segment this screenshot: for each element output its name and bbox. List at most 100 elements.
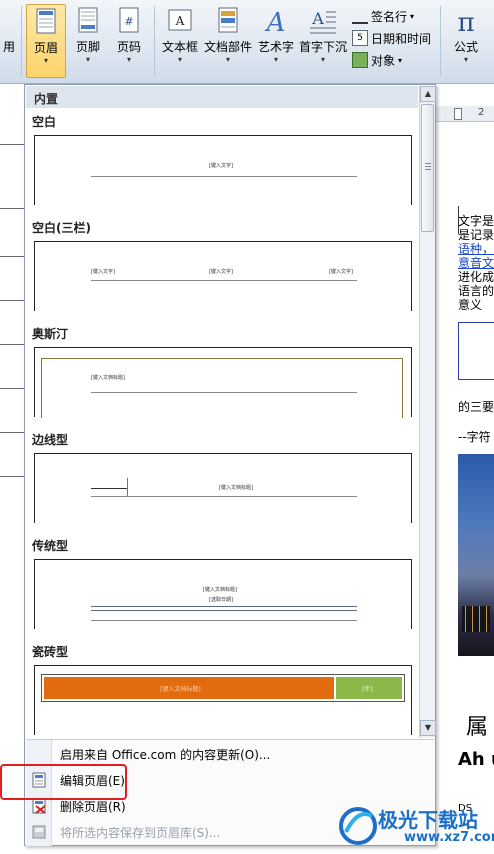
- watermark: 极光下载站 www.xz7.com: [334, 800, 494, 854]
- doc-link[interactable]: 语种，: [458, 242, 494, 256]
- gallery-category-header: 内置: [26, 86, 418, 108]
- section-title: 空白(三栏): [32, 221, 91, 235]
- header-rule: [91, 610, 357, 611]
- section-title: 边线型: [32, 433, 69, 447]
- tile-year-bar: [年]: [336, 677, 402, 699]
- svg-text:π: π: [457, 8, 474, 36]
- doc-link[interactable]: 意音文: [458, 256, 494, 270]
- date-time-button[interactable]: 5 日期和时间: [352, 28, 431, 48]
- doc-subheading: Ah u: [458, 749, 494, 770]
- watermark-url: www.xz7.com: [404, 830, 494, 845]
- object-icon: [352, 52, 368, 68]
- textbox-icon: A: [168, 9, 192, 31]
- footer-button[interactable]: 页脚 ▾: [70, 4, 106, 78]
- header-option-austin[interactable]: [键入文档标题]: [34, 347, 412, 418]
- section-title: 空白: [32, 115, 57, 129]
- quick-parts-icon: [218, 7, 238, 33]
- doc-line: --字符: [458, 430, 491, 444]
- placeholder-text: [选取日期]: [209, 597, 233, 603]
- doc-heading: 属: [466, 715, 489, 740]
- header-rule: [91, 176, 357, 177]
- footer-icon: [78, 7, 98, 33]
- svg-text:A: A: [311, 9, 324, 28]
- chevron-down-icon: ▾: [43, 56, 48, 65]
- doc-line: 进化成: [458, 270, 494, 284]
- header-option-traditional[interactable]: [键入文档标题] [选取日期]: [34, 559, 412, 629]
- menu-item-office-update[interactable]: 启用来自 Office.com 的内容更新(O)...: [26, 742, 434, 766]
- divider-bar: [127, 478, 128, 496]
- svg-text:#: #: [124, 15, 133, 28]
- chevron-down-icon: ▾: [410, 11, 415, 21]
- scroll-thumb[interactable]: [421, 104, 434, 232]
- placeholder-text: [键入文字]: [91, 269, 115, 275]
- doc-line: 文字是: [458, 214, 494, 228]
- ribbon-separator: [154, 6, 155, 76]
- ribbon-partial-button[interactable]: 用: [0, 4, 18, 78]
- header-option-tiles[interactable]: [键入文档标题] [年]: [34, 665, 412, 735]
- placeholder-text: [键入文字]: [209, 163, 233, 169]
- scroll-up-icon[interactable]: ▲: [420, 86, 436, 102]
- doc-frame: [458, 322, 494, 380]
- section-title: 传统型: [32, 539, 69, 553]
- indent-marker[interactable]: [454, 108, 462, 120]
- placeholder-text: [键入文档标题]: [203, 587, 237, 593]
- svg-text:A: A: [265, 8, 286, 36]
- chevron-down-icon: ▾: [85, 55, 90, 64]
- object-button[interactable]: 对象 ▾: [352, 50, 402, 70]
- chevron-down-icon: ▾: [273, 55, 278, 64]
- drop-cap-icon: A: [310, 9, 336, 34]
- tile-title-bar: [键入文档标题]: [44, 677, 334, 699]
- placeholder-text: [键入文档标题]: [160, 686, 201, 693]
- svg-text:A: A: [175, 14, 185, 28]
- page-number-button[interactable]: # 页码 ▾: [110, 4, 148, 78]
- placeholder-text: [键入文字]: [209, 269, 233, 275]
- ribbon-separator: [21, 6, 22, 76]
- signature-icon: [352, 8, 368, 24]
- chevron-down-icon: ▾: [225, 55, 230, 64]
- chevron-down-icon: ▾: [126, 55, 131, 64]
- header-rule: [91, 606, 357, 607]
- quick-parts-button[interactable]: 文档部件 ▾: [202, 4, 254, 78]
- placeholder-text: [键入文档标题]: [219, 485, 253, 491]
- signature-line-button[interactable]: 签名行 ▾: [352, 6, 414, 26]
- doc-photo: [458, 454, 494, 656]
- header-gallery-popup: 内置 空白 [键入文字] 空白(三栏) [键入文字] [键入文字] [键入文字]…: [24, 84, 436, 846]
- ribbon-separator: [440, 6, 441, 76]
- calendar-icon: 5: [352, 30, 368, 46]
- chevron-down-icon: ▾: [463, 55, 468, 64]
- header-button[interactable]: 页眉 ▾: [26, 4, 66, 78]
- doc-line: 意义: [458, 298, 483, 312]
- ribbon: 用 页眉 ▾ 页脚 ▾ # 页码 ▾ A 文本框 ▾ 文档部件 ▾ A 艺术字 …: [0, 0, 494, 84]
- tile-frame: [41, 358, 403, 418]
- header-option-sideline[interactable]: [键入文档标题]: [34, 453, 412, 523]
- scroll-down-icon[interactable]: ▼: [420, 720, 436, 736]
- watermark-text: 极光下载站: [378, 808, 478, 832]
- doc-line: 语言的: [458, 284, 494, 298]
- wordart-icon: A: [265, 8, 286, 36]
- textbox-button[interactable]: A 文本框 ▾: [160, 4, 200, 78]
- document-right-area: 2 文字是 是记录 语种， 意音文 进化成 语言的 意义 的三要 --字符 属 …: [436, 84, 494, 854]
- highlight-box: [0, 764, 127, 800]
- header-rule: [91, 620, 357, 621]
- page-number-icon: #: [119, 7, 139, 33]
- watermark-logo-icon: [339, 807, 377, 845]
- doc-line: 是记录: [458, 228, 494, 242]
- section-title: 奥斯汀: [32, 327, 69, 341]
- wordart-button[interactable]: A 艺术字 ▾: [256, 4, 296, 78]
- header-rule: [91, 496, 357, 497]
- header-gallery: 空白 [键入文字] 空白(三栏) [键入文字] [键入文字] [键入文字] 奥斯…: [26, 109, 418, 737]
- chevron-down-icon: ▾: [177, 55, 182, 64]
- horizontal-ruler[interactable]: 2: [436, 106, 494, 122]
- section-title: 瓷砖型: [32, 645, 69, 659]
- pi-icon: π: [457, 8, 474, 36]
- doc-line: 的三要: [458, 400, 494, 414]
- chevron-down-icon: ▾: [320, 55, 325, 64]
- equation-button[interactable]: π 公式 ▾: [446, 4, 486, 78]
- header-icon: [36, 8, 56, 34]
- save-to-gallery-icon: [32, 825, 46, 839]
- header-option-blank-three-column[interactable]: [键入文字] [键入文字] [键入文字]: [34, 241, 412, 311]
- header-option-blank[interactable]: [键入文字]: [34, 135, 412, 205]
- drop-cap-button[interactable]: A 首字下沉 ▾: [298, 4, 348, 78]
- gallery-scrollbar[interactable]: ▲ ▼: [419, 86, 436, 738]
- header-rule: [91, 488, 127, 489]
